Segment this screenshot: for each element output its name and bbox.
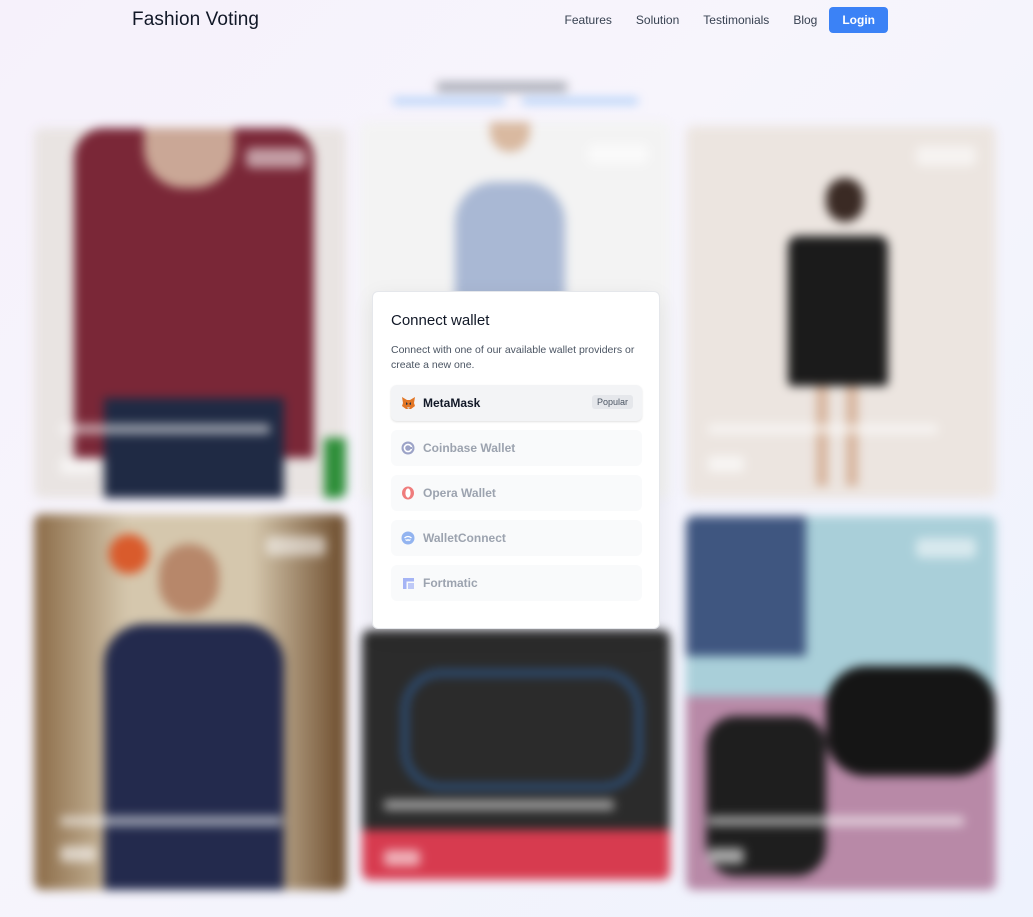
walletconnect-icon (400, 530, 416, 546)
wallet-option-opera[interactable]: Opera Wallet (391, 475, 642, 511)
nav-features[interactable]: Features (565, 7, 612, 33)
wallet-label: MetaMask (423, 396, 481, 410)
wallet-option-metamask[interactable]: MetaMask Popular (391, 385, 642, 421)
card-chip (384, 850, 420, 866)
card-caption (708, 816, 964, 826)
card-chip (60, 458, 96, 474)
wallet-option-fortmatic[interactable]: Fortmatic (391, 565, 642, 601)
wallet-label: Coinbase Wallet (423, 441, 516, 455)
wallet-label: WalletConnect (423, 531, 506, 545)
popular-badge: Popular (591, 395, 633, 409)
card-tag (246, 148, 306, 168)
nav-solution[interactable]: Solution (636, 7, 679, 33)
wallet-option-walletconnect[interactable]: WalletConnect (391, 520, 642, 556)
connect-wallet-modal: Connect wallet Connect with one of our a… (372, 291, 660, 629)
modal-description: Connect with one of our available wallet… (391, 344, 635, 371)
opera-icon (400, 485, 416, 501)
section-link-placeholder (393, 98, 505, 104)
fortmatic-icon (400, 575, 416, 591)
modal-title: Connect wallet (391, 312, 490, 329)
card-caption (708, 424, 938, 434)
fashion-card[interactable] (686, 516, 996, 890)
wallet-label: Opera Wallet (423, 486, 496, 500)
fashion-card[interactable] (34, 128, 346, 498)
coinbase-icon (400, 440, 416, 456)
login-button[interactable]: Login (829, 7, 888, 33)
nav-testimonials[interactable]: Testimonials (703, 7, 769, 33)
site-logo[interactable]: Fashion Voting (132, 9, 259, 31)
card-chip (60, 846, 96, 862)
fashion-card[interactable] (34, 514, 346, 890)
card-caption (60, 424, 270, 434)
main-nav: Features Solution Testimonials Blog Logi… (565, 7, 888, 33)
card-tag (916, 538, 976, 558)
card-tag (916, 146, 976, 166)
fashion-card[interactable] (686, 126, 996, 498)
section-heading-placeholder (437, 82, 567, 92)
wallet-option-coinbase[interactable]: Coinbase Wallet (391, 430, 642, 466)
top-navbar: Fashion Voting Features Solution Testimo… (0, 0, 1033, 40)
card-tag (588, 144, 648, 164)
wallet-list: MetaMask Popular Coinbase Wallet Opera W… (391, 385, 642, 610)
card-caption (384, 800, 614, 810)
wallet-label: Fortmatic (423, 576, 478, 590)
card-caption (60, 816, 282, 826)
card-chip (708, 848, 744, 864)
fashion-card[interactable] (362, 630, 670, 880)
nav-blog[interactable]: Blog (793, 7, 817, 33)
section-link-placeholder (522, 98, 638, 104)
card-chip (708, 456, 744, 472)
card-tag (266, 536, 326, 556)
metamask-icon (400, 395, 416, 411)
